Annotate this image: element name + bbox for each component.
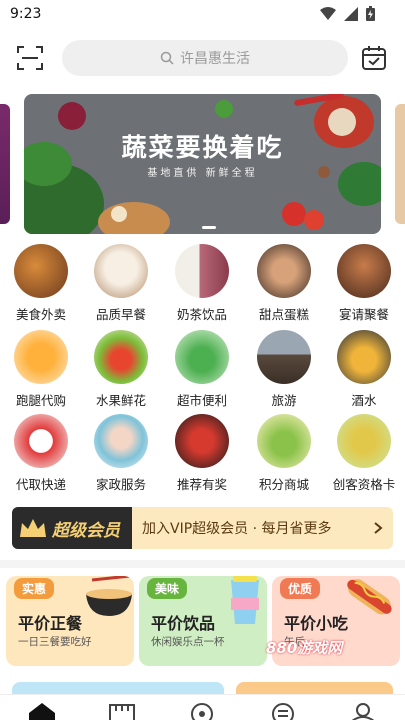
home-icon[interactable] <box>27 701 57 720</box>
category-label: 甜点蛋糕 <box>258 307 309 322</box>
fruit-icon <box>94 330 148 384</box>
discover-icon[interactable] <box>187 701 217 720</box>
food-delivery-icon <box>14 244 68 298</box>
promo-title: 平价饮品 <box>151 614 216 633</box>
category-housekeeping[interactable]: 家政服务 <box>83 414 159 493</box>
category-referral[interactable]: 推荐有奖 <box>164 414 240 493</box>
errand-icon <box>14 330 68 384</box>
category-errand[interactable]: 跑腿代购 <box>3 330 79 409</box>
banner-next-card[interactable] <box>395 104 405 224</box>
promo-tag: 优质 <box>280 578 321 599</box>
category-milk-tea[interactable]: 奶茶饮品 <box>164 244 240 323</box>
carousel-indicator <box>202 226 216 229</box>
vip-badge: 超级会员 <box>12 507 132 549</box>
more-cards-row <box>0 682 405 694</box>
breakfast-icon <box>94 244 148 298</box>
category-label: 超市便利 <box>176 393 227 408</box>
banner-slide[interactable]: 蔬菜要换着吃 基地直供 新鲜全程 <box>24 94 381 234</box>
category-label: 奶茶饮品 <box>176 307 227 322</box>
category-label: 积分商城 <box>258 477 309 492</box>
promo-subtitle: 休闲娱乐点一杯 <box>151 636 225 648</box>
category-express-pickup[interactable]: 代取快递 <box>3 414 79 493</box>
next-card-left[interactable] <box>12 682 224 694</box>
scan-icon[interactable] <box>16 44 44 72</box>
promo-tag: 实惠 <box>14 578 55 599</box>
category-label: 品质早餐 <box>95 307 146 322</box>
wifi-icon <box>320 6 336 20</box>
category-label: 创客资格卡 <box>332 477 396 492</box>
orders-icon[interactable] <box>268 701 298 720</box>
banner-title: 蔬菜要换着吃 <box>121 133 284 162</box>
signal-icon <box>344 6 358 21</box>
category-drinks[interactable]: 酒水 <box>326 330 402 409</box>
status-bar: 9:23 <box>0 0 405 30</box>
promo-title: 平价正餐 <box>18 614 83 633</box>
category-label: 宴请聚餐 <box>338 307 389 322</box>
category-points-mall[interactable]: 积分商城 <box>246 414 322 493</box>
vip-text: 加入VIP超级会员 · 每月省更多 <box>142 521 332 537</box>
bottom-tab-bar <box>0 694 405 720</box>
points-mall-icon <box>257 414 311 468</box>
category-supermarket[interactable]: 超市便利 <box>164 330 240 409</box>
category-food-delivery[interactable]: 美食外卖 <box>3 244 79 323</box>
category-label: 代取快递 <box>15 477 66 492</box>
category-label: 酒水 <box>351 393 377 408</box>
category-label: 跑腿代购 <box>15 393 66 408</box>
calendar-check-icon[interactable] <box>360 44 388 72</box>
category-label: 推荐有奖 <box>176 477 227 492</box>
promo-card-drinks[interactable]: 美味 平价饮品 休闲娱乐点一杯 <box>139 576 267 666</box>
category-label: 家政服务 <box>95 477 146 492</box>
travel-icon <box>257 330 311 384</box>
next-card-right[interactable] <box>236 682 393 694</box>
housekeeping-icon <box>94 414 148 468</box>
search-icon <box>160 51 174 65</box>
section-divider <box>0 560 405 568</box>
beer-icon <box>337 330 391 384</box>
search-input[interactable]: 许昌惠生活 <box>62 40 348 76</box>
vip-banner[interactable]: 超级会员 加入VIP超级会员 · 每月省更多 <box>12 507 393 549</box>
banner-carousel[interactable]: 蔬菜要换着吃 基地直供 新鲜全程 <box>0 94 405 234</box>
promo-subtitle: 一日三餐要吃好 <box>18 636 92 648</box>
dessert-icon <box>257 244 311 298</box>
category-banquet[interactable]: 宴请聚餐 <box>326 244 402 323</box>
promo-tag: 美味 <box>147 578 188 599</box>
store-icon[interactable] <box>107 701 137 720</box>
status-icons <box>320 6 375 21</box>
battery-icon <box>366 6 375 21</box>
category-creator-card[interactable]: 创客资格卡 <box>326 414 402 493</box>
express-icon <box>14 414 68 468</box>
category-label: 水果鲜花 <box>95 393 146 408</box>
category-desserts[interactable]: 甜点蛋糕 <box>246 244 322 323</box>
promo-title: 平价小吃 <box>284 614 349 633</box>
milk-tea-icon <box>175 244 229 298</box>
category-label: 美食外卖 <box>15 307 66 322</box>
header: 许昌惠生活 <box>0 38 405 78</box>
category-breakfast[interactable]: 品质早餐 <box>83 244 159 323</box>
banner-prev-card[interactable] <box>0 104 10 224</box>
vip-badge-label: 超级会员 <box>52 520 120 541</box>
crown-icon <box>20 519 46 537</box>
search-placeholder: 许昌惠生活 <box>180 51 250 67</box>
drink-cup-icon <box>231 576 259 624</box>
chevron-right-icon <box>363 507 393 549</box>
supermarket-icon <box>175 330 229 384</box>
banquet-icon <box>337 244 391 298</box>
watermark: 880游戏网 <box>266 639 343 657</box>
noodle-bowl-icon <box>86 576 132 616</box>
profile-icon[interactable] <box>348 701 378 720</box>
status-time: 9:23 <box>10 6 42 22</box>
category-travel[interactable]: 旅游 <box>246 330 322 409</box>
category-label: 旅游 <box>271 393 297 408</box>
banner-subtitle: 基地直供 新鲜全程 <box>147 168 258 179</box>
referral-icon <box>175 414 229 468</box>
promo-card-meals[interactable]: 实惠 平价正餐 一日三餐要吃好 <box>6 576 134 666</box>
hotdog-icon <box>347 579 392 615</box>
creator-card-icon <box>337 414 391 468</box>
category-fruit-flowers[interactable]: 水果鲜花 <box>83 330 159 409</box>
